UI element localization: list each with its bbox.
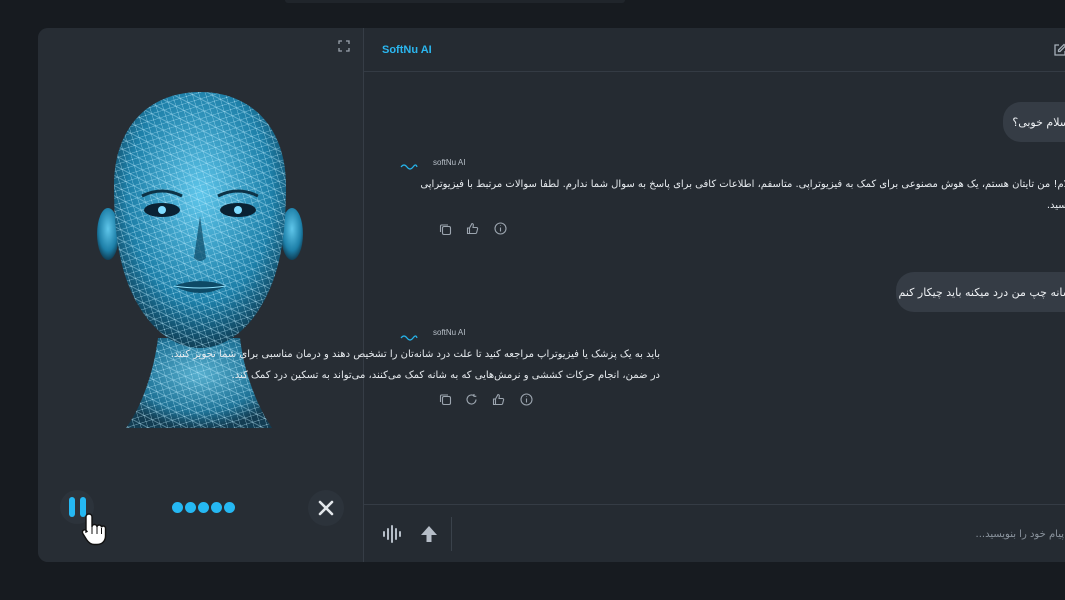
copy-icon[interactable] [439, 393, 452, 406]
thumbs-up-icon[interactable] [492, 393, 505, 406]
voice-activity-dots [172, 502, 235, 513]
activity-dot [211, 502, 222, 513]
message-input[interactable] [844, 521, 1064, 547]
user-message-bubble: سلام خوبی؟ [1003, 102, 1065, 142]
bot-sender-name: softNu AI [433, 158, 466, 167]
edit-icon[interactable] [1053, 43, 1065, 57]
hand-pointer-cursor-icon [81, 513, 107, 546]
bot-message-line: در ضمن، انجام حرکات کششی و نرمش‌هایی که … [231, 370, 660, 381]
activity-dot [185, 502, 196, 513]
send-arrow-up-icon[interactable] [419, 524, 439, 544]
bot-avatar-icon [400, 164, 418, 170]
activity-dot [224, 502, 235, 513]
copy-icon[interactable] [439, 223, 452, 236]
chat-header: SoftNu AI [364, 28, 1065, 72]
activity-dot [198, 502, 209, 513]
top-tab-strip [285, 0, 625, 3]
close-icon [318, 500, 334, 516]
app-window: SoftNu AI سلام خوبی؟ softNu AI سلام! من … [38, 28, 1065, 562]
bot-message-line: باید به یک پزشک یا فیزیوتراپ مراجعه کنید… [170, 349, 660, 360]
input-divider [451, 517, 452, 551]
avatar-panel [38, 28, 364, 562]
bot-sender-name: softNu AI [433, 328, 466, 337]
bot-message-line: بپرسید. [1046, 200, 1065, 211]
user-message-text: شانه چپ من درد میکنه باید چیکار کنم [898, 285, 1065, 299]
close-button[interactable] [308, 490, 344, 526]
info-icon[interactable] [494, 222, 507, 235]
user-message-bubble: شانه چپ من درد میکنه باید چیکار کنم [896, 272, 1065, 312]
thumbs-up-icon[interactable] [466, 222, 479, 235]
brand-title: SoftNu AI [382, 43, 432, 56]
voice-waveform-icon[interactable] [382, 525, 402, 543]
bot-avatar-icon [400, 335, 418, 341]
user-message-text: سلام خوبی؟ [1012, 115, 1065, 129]
message-input-bar [364, 504, 1065, 562]
activity-dot [172, 502, 183, 513]
pause-bar-left [68, 497, 75, 517]
bot-message-line: سلام! من تایتان هستم، یک هوش مصنوعی برای… [420, 179, 1065, 190]
expand-icon[interactable] [338, 40, 350, 52]
info-icon[interactable] [520, 393, 533, 406]
chat-panel: SoftNu AI سلام خوبی؟ softNu AI سلام! من … [170, 28, 1065, 562]
regenerate-icon[interactable] [465, 393, 478, 406]
